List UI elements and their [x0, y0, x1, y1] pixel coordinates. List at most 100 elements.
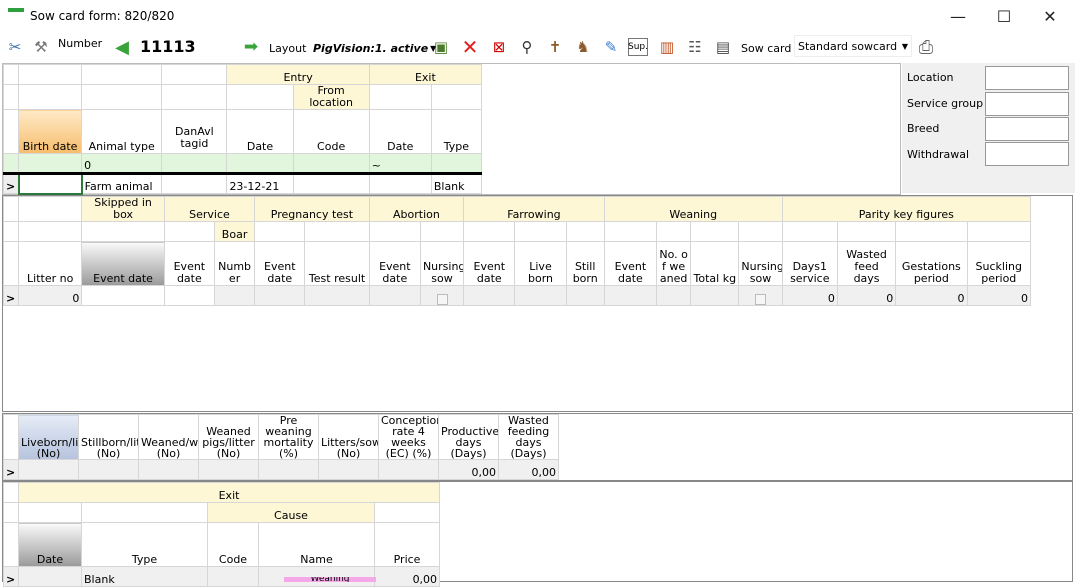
cell-exit-date[interactable] [368, 173, 432, 194]
printer-icon[interactable]: ⎙ [915, 36, 937, 58]
cell-live-born[interactable] [514, 285, 567, 306]
cell-danavl-tagid[interactable] [161, 173, 228, 194]
col-birth-date[interactable]: Birth date [18, 109, 83, 154]
service-group-field[interactable] [985, 92, 1069, 116]
col-farrowing-event-date[interactable]: Event date [463, 241, 516, 286]
pig-icon[interactable]: ♞ [572, 36, 594, 58]
cell-suckling-period[interactable]: 0 [966, 285, 1032, 306]
col-days1-service[interactable]: Days1 service [781, 241, 838, 286]
cell-exit-type[interactable]: Blank [430, 173, 483, 194]
col-exit-type[interactable]: Type [430, 109, 483, 154]
table-icon[interactable]: ☷ [684, 36, 706, 58]
col-abortion-nursing-sow[interactable]: Nursing sow [419, 241, 465, 286]
delete-filter-icon[interactable]: ⊠ [488, 36, 510, 58]
col-service-number[interactable]: Number [213, 241, 256, 286]
book-settings-icon[interactable]: ▣ [430, 36, 452, 58]
cell-service-number[interactable] [213, 285, 256, 306]
col-gestations-period[interactable]: Gestations period [895, 241, 968, 286]
col-entry-date[interactable]: Date [226, 109, 294, 154]
nursing-sow-checkbox[interactable] [436, 293, 448, 305]
cell-total-kg[interactable] [690, 285, 740, 306]
forward-arrow-icon[interactable]: ➡ [240, 36, 262, 58]
maximize-button[interactable]: ☐ [981, 0, 1027, 32]
cell-animal-type[interactable]: Farm animal [81, 173, 163, 194]
col-event-date[interactable]: Event date [81, 241, 165, 286]
col-litter-no[interactable]: Litter no [18, 241, 83, 286]
col-cause-code[interactable]: Code [207, 522, 259, 567]
cell-still-born[interactable] [565, 285, 605, 306]
col-preg-event-date[interactable]: Event date [254, 241, 306, 286]
cell-exit-date[interactable] [18, 566, 82, 587]
cell-litter-no[interactable]: 0 [18, 285, 83, 306]
col-wasted-feed-days[interactable]: Wasted feed days [836, 241, 897, 286]
col-wasted-feeding-days[interactable]: Wasted feeding days (Days) [498, 414, 559, 460]
location-field[interactable] [985, 66, 1069, 90]
sup-icon[interactable]: Sup. [628, 38, 648, 56]
close-button[interactable]: ✕ [1027, 0, 1073, 32]
cell-test-result[interactable] [304, 285, 370, 306]
col-cause-name[interactable]: Name [258, 522, 375, 567]
col-exit-date[interactable]: Date [18, 522, 82, 567]
pig-death-icon[interactable]: ✝ [544, 36, 566, 58]
cell-event-date[interactable] [81, 285, 165, 306]
cell-cause-code[interactable] [207, 566, 259, 587]
col-suckling-period[interactable]: Suckling period [966, 241, 1032, 286]
col-productive-days[interactable]: Productive days (Days) [438, 414, 499, 460]
col-weaning-nursing-sow[interactable]: Nursing sow [738, 241, 783, 286]
chart-icon[interactable]: ▥ [656, 36, 678, 58]
col-test-result[interactable]: Test result [304, 241, 370, 286]
animal-number[interactable]: 11113 [140, 34, 196, 58]
cell-entry-date[interactable]: 23-12-21 [226, 173, 294, 194]
cell-preg-event-date[interactable] [254, 285, 306, 306]
col-exit-price[interactable]: Price [373, 522, 441, 567]
nursing-sow-checkbox[interactable] [755, 293, 767, 305]
col-no-of-weaned[interactable]: No. of weaned [656, 241, 692, 286]
print-preview-icon[interactable]: ▤ [712, 36, 734, 58]
cell-weaning-nursing-sow[interactable] [738, 285, 783, 306]
col-weaned-weaning[interactable]: Weaned/weaning (No) [138, 414, 199, 460]
filter-animal-type[interactable]: 0 [81, 153, 163, 174]
col-weaning-event-date[interactable]: Event date [603, 241, 658, 286]
cell-entry-code[interactable] [292, 173, 370, 194]
col-exit-date[interactable]: Date [368, 109, 432, 154]
sow-card-select[interactable]: Standard sowcard ▼ [794, 35, 912, 57]
cell-wasted-feed-days[interactable]: 0 [836, 285, 897, 306]
withdrawal-field[interactable] [985, 142, 1069, 166]
col-conception-rate[interactable]: Conception rate 4 weeks (EC) (%) [378, 414, 439, 460]
col-total-kg[interactable]: Total kg [690, 241, 740, 286]
col-abortion-event-date[interactable]: Event date [368, 241, 421, 286]
col-entry-code[interactable]: Code [292, 109, 370, 154]
binoculars-icon[interactable]: ⚲ [516, 36, 538, 58]
cell-gestations-period[interactable]: 0 [895, 285, 968, 306]
col-stillborn-litter[interactable]: Stillborn/litter (No) [78, 414, 139, 460]
cell-exit-price[interactable]: 0,00 [373, 566, 441, 587]
col-danavl-tagid[interactable]: DanAvl tagid [161, 109, 228, 154]
cell-service-event-date[interactable] [163, 285, 215, 306]
cell-no-of-weaned[interactable] [656, 285, 692, 306]
col-live-born[interactable]: Live born [514, 241, 567, 286]
cell-birth-date[interactable] [17, 172, 83, 195]
cell-days1-service[interactable]: 0 [781, 285, 838, 306]
cell-abortion-event-date[interactable] [368, 285, 421, 306]
syringe-icon[interactable]: ✎ [600, 36, 622, 58]
tools-icon[interactable]: ✂ [4, 36, 26, 58]
col-service-event-date[interactable]: Event date [163, 241, 215, 286]
cell-abortion-nursing-sow[interactable] [419, 285, 465, 306]
minimize-button[interactable]: — [935, 0, 981, 32]
cell-exit-type[interactable]: Blank [81, 566, 208, 587]
col-pre-weaning-mortality[interactable]: Pre weaning mortality (%) [258, 414, 319, 460]
col-liveborn-litter[interactable]: Liveborn/litter (No) [18, 414, 79, 460]
col-exit-type[interactable]: Type [81, 522, 208, 567]
wrench-icon[interactable]: ⚒ [30, 36, 52, 58]
breed-field[interactable] [985, 117, 1069, 141]
col-still-born[interactable]: Still born [565, 241, 605, 286]
cell-farrowing-event-date[interactable] [463, 285, 516, 306]
back-arrow-icon[interactable]: ◀ [111, 36, 133, 58]
col-animal-type[interactable]: Animal type [81, 109, 163, 154]
cell-weaning-event-date[interactable] [603, 285, 658, 306]
layout-select[interactable]: PigVision:1. active ▼ [313, 36, 436, 60]
col-litters-sow-year[interactable]: Litters/sow/year (No) [318, 414, 379, 460]
filter-exit-date[interactable]: ~ [368, 153, 432, 174]
delete-icon[interactable]: ✕ [459, 35, 481, 59]
col-weaned-pigs-litter[interactable]: Weaned pigs/litter (No) [198, 414, 259, 460]
